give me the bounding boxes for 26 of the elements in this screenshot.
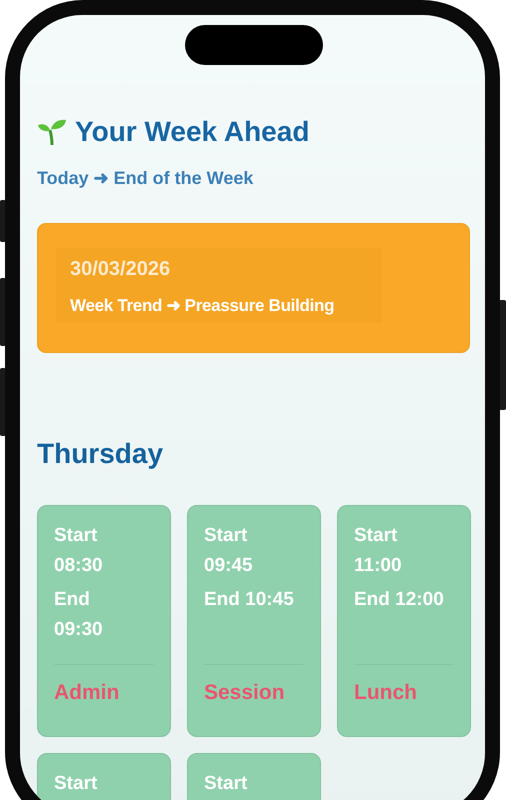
- session-time: End 12:00: [354, 588, 445, 612]
- session-label: Session: [204, 680, 286, 706]
- session-time: Start: [204, 772, 248, 796]
- day-title: Thursday: [37, 437, 164, 471]
- session-time: Start: [54, 772, 98, 796]
- sprout-icon: [37, 118, 67, 146]
- session-card[interactable]: Start 11:00 End 12:00 Lunch: [337, 505, 471, 737]
- session-card[interactable]: Start 09:45 End 10:45 Session: [187, 505, 321, 737]
- page-title: Your Week Ahead: [75, 115, 310, 149]
- session-time: End: [54, 588, 91, 612]
- session-card[interactable]: Start: [187, 753, 321, 800]
- session-time: Start: [54, 524, 98, 548]
- session-time: Start: [354, 524, 398, 548]
- session-time: 09:30: [54, 618, 104, 642]
- session-time: Start: [204, 524, 248, 548]
- session-label: Lunch: [354, 680, 418, 706]
- session-time: 08:30: [54, 554, 104, 578]
- session-card[interactable]: Start 08:30 End 09:30 Admin: [37, 505, 171, 737]
- week-trend: Week Trend ➜ Preassure Building: [70, 296, 336, 316]
- session-card[interactable]: Start: [37, 753, 171, 800]
- session-time: End 10:45: [204, 588, 295, 612]
- page-subtitle: Today ➜ End of the Week: [37, 167, 254, 189]
- session-time: 11:00: [354, 554, 403, 578]
- session-label: Admin: [54, 680, 120, 706]
- week-date: 30/03/2026: [70, 257, 172, 281]
- session-time: 09:45: [204, 554, 254, 578]
